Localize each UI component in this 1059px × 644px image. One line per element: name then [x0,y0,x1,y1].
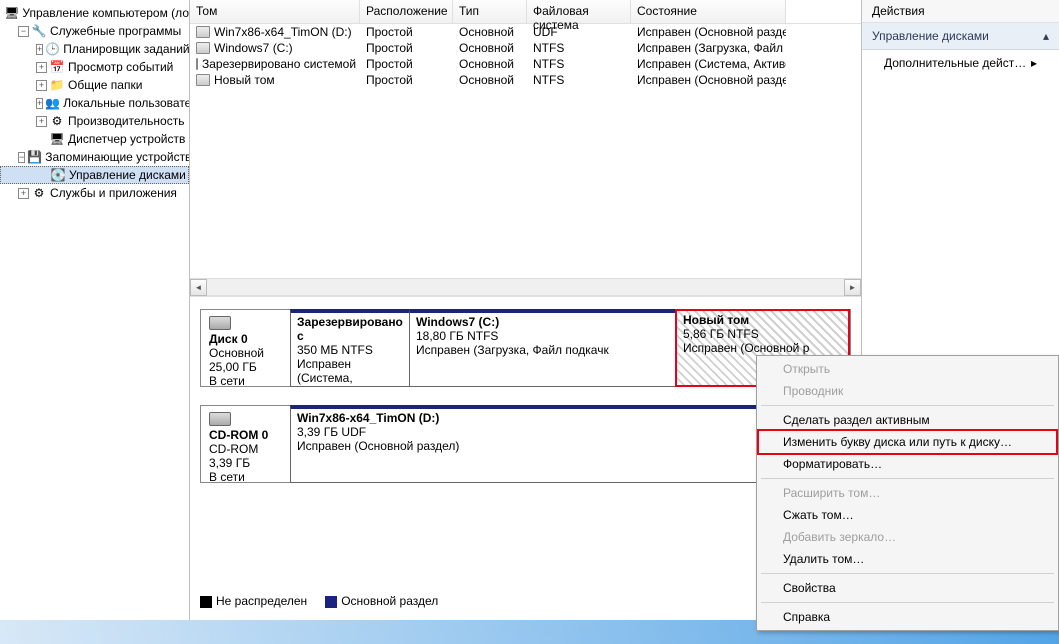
actions-more[interactable]: Дополнительные дейст… ▸ [862,50,1059,76]
storage-icon: 💾 [27,149,42,165]
disk-row: Диск 0 Основной 25,00 ГБ В сети Зарезерв… [200,309,851,387]
separator [761,602,1054,603]
folder-icon: 📁 [49,77,65,93]
legend: Не распределен Основной раздел [200,594,438,608]
drive-icon [196,42,210,54]
disk-row: CD-ROM 0 CD-ROM 3,39 ГБ В сети Win7x86-x… [200,405,851,483]
disk-label[interactable]: CD-ROM 0 CD-ROM 3,39 ГБ В сети [201,406,291,482]
table-row[interactable]: Зарезервировано системойПростойОсновнойN… [190,56,861,72]
actions-category[interactable]: Управление дисками ▴ [862,23,1059,50]
disk-label[interactable]: Диск 0 Основной 25,00 ГБ В сети [201,310,291,386]
ctx-format[interactable]: Форматировать… [759,453,1056,475]
table-row[interactable]: Новый томПростойОсновнойNTFSИсправен (Ос… [190,72,861,88]
tree-system-tools[interactable]: −🔧Служебные программы [0,22,189,40]
ctx-properties[interactable]: Свойства [759,577,1056,599]
separator [761,405,1054,406]
expand-icon[interactable]: + [18,188,29,199]
ctx-mirror: Добавить зеркало… [759,526,1056,548]
tree-performance[interactable]: +⚙Производительность [0,112,189,130]
legend-swatch-unallocated [200,596,212,608]
table-row[interactable]: Windows7 (C:)ПростойОсновнойNTFSИсправен… [190,40,861,56]
actions-header: Действия [862,0,1059,23]
tree-storage[interactable]: −💾Запоминающие устройства [0,148,189,166]
col-status[interactable]: Состояние [631,0,786,23]
col-volume[interactable]: Том [190,0,360,23]
col-type[interactable]: Тип [453,0,527,23]
ctx-extend: Расширить том… [759,482,1056,504]
expand-icon[interactable]: + [36,80,47,91]
table-header: Том Расположение Тип Файловая система Со… [190,0,861,24]
drive-icon [196,26,210,38]
ctx-change-letter[interactable]: Изменить букву диска или путь к диску… [757,429,1058,455]
services-icon: ⚙ [31,185,47,201]
disk-icon: 💽 [50,167,66,183]
tree-services[interactable]: +⚙Службы и приложения [0,184,189,202]
scroll-left-icon[interactable]: ◄ [190,279,207,296]
collapse-arrow-icon: ▴ [1043,29,1049,43]
col-layout[interactable]: Расположение [360,0,453,23]
ctx-explorer: Проводник [759,380,1056,402]
separator [761,573,1054,574]
tools-icon: 🔧 [31,23,47,39]
collapse-icon[interactable]: − [18,152,25,163]
computer-icon: 🖥 [4,5,19,21]
cdrom-icon [209,412,231,426]
expand-icon[interactable]: + [36,62,47,73]
separator [761,478,1054,479]
perf-icon: ⚙ [49,113,65,129]
context-menu: Открыть Проводник Сделать раздел активны… [756,355,1059,631]
drive-icon [196,74,210,86]
collapse-icon[interactable]: − [18,26,29,37]
legend-swatch-primary [325,596,337,608]
ctx-open: Открыть [759,358,1056,380]
calendar-icon: 📅 [49,59,65,75]
device-icon: 🖥 [49,131,65,147]
ctx-help[interactable]: Справка [759,606,1056,628]
tree-root[interactable]: 🖥Управление компьютером (ло [0,4,189,22]
partition[interactable]: Windows7 (C:) 18,80 ГБ NTFS Исправен (За… [409,309,676,387]
tree-shared-folders[interactable]: +📁Общие папки [0,76,189,94]
submenu-arrow-icon: ▸ [1031,56,1037,70]
table-row[interactable]: Win7x86-x64_TimON (D:)ПростойОсновнойUDF… [190,24,861,40]
tree-local-users[interactable]: +👥Локальные пользовате [0,94,189,112]
horizontal-scrollbar[interactable]: ◄ ► [190,278,861,295]
tree-task-scheduler[interactable]: +🕒Планировщик заданий [0,40,189,58]
tree-event-viewer[interactable]: +📅Просмотр событий [0,58,189,76]
ctx-shrink[interactable]: Сжать том… [759,504,1056,526]
tree-disk-management[interactable]: 💽Управление дисками [0,166,189,184]
hdd-icon [209,316,231,330]
ctx-delete[interactable]: Удалить том… [759,548,1056,570]
expand-icon[interactable]: + [36,116,47,127]
scroll-right-icon[interactable]: ► [844,279,861,296]
ctx-make-active[interactable]: Сделать раздел активным [759,409,1056,431]
users-icon: 👥 [45,95,60,111]
col-filesystem[interactable]: Файловая система [527,0,631,23]
nav-tree: 🖥Управление компьютером (ло −🔧Служебные … [0,0,190,620]
clock-icon: 🕒 [45,41,60,57]
tree-device-manager[interactable]: 🖥Диспетчер устройств [0,130,189,148]
volume-table: Том Расположение Тип Файловая система Со… [190,0,861,297]
drive-icon [196,58,198,70]
expand-icon[interactable]: + [36,44,43,55]
expand-icon[interactable]: + [36,98,43,109]
partition[interactable]: Зарезервировано с 350 МБ NTFS Исправен (… [290,309,410,387]
